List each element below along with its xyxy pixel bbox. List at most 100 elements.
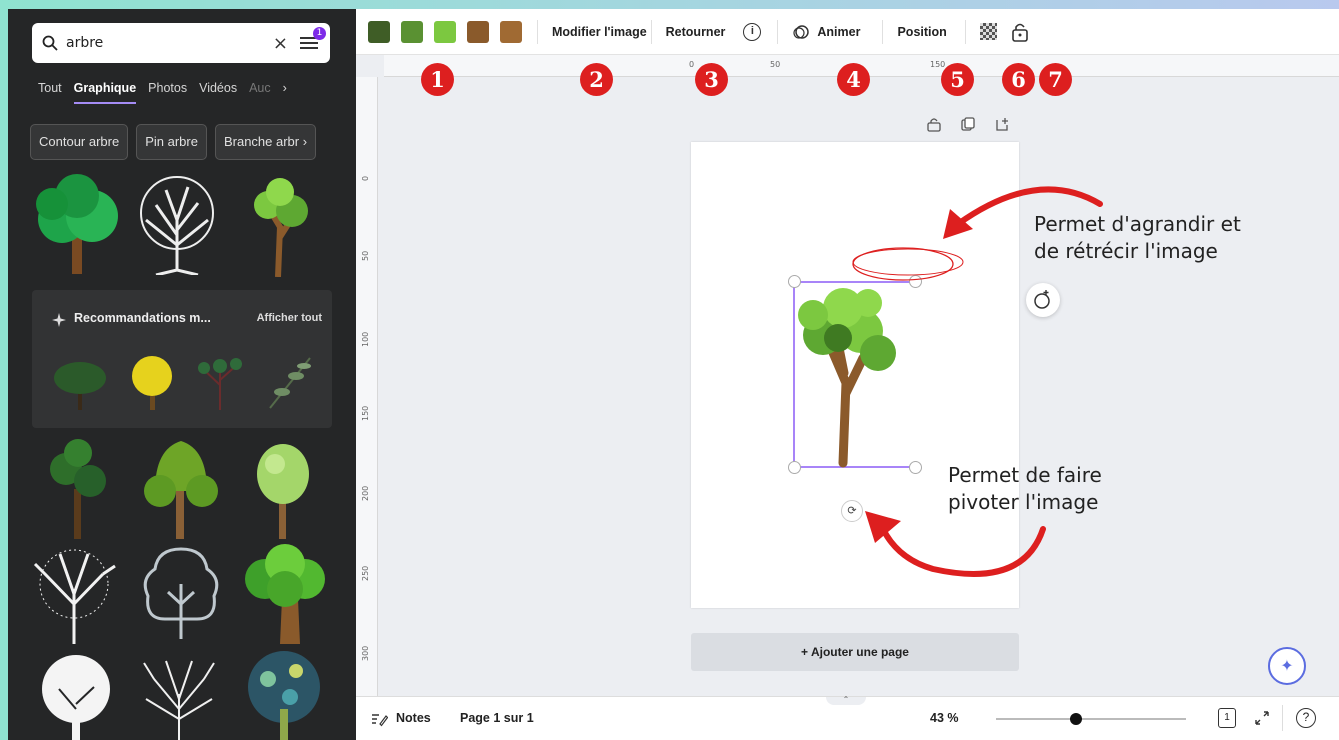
notes-icon[interactable]: [370, 711, 388, 727]
ruler-label: 100: [361, 331, 370, 347]
help-icon[interactable]: ?: [1296, 708, 1316, 728]
tabs-next-icon[interactable]: ›: [283, 81, 287, 104]
rec-tree-3[interactable]: [190, 350, 252, 412]
tree-graphic-9[interactable]: [34, 649, 118, 740]
zoom-level[interactable]: 43 %: [930, 711, 959, 725]
color-swatch-1[interactable]: [368, 20, 390, 43]
flip-button[interactable]: Retourner: [666, 25, 726, 39]
tree-graphic-4[interactable]: [38, 439, 118, 539]
chip-pin-arbre[interactable]: Pin arbre: [136, 124, 207, 160]
animate-button[interactable]: Animer: [817, 25, 860, 39]
annotation-line: Permet d'agrandir et: [1034, 212, 1241, 236]
add-page-button[interactable]: + Ajouter une page: [691, 633, 1019, 671]
see-all-link[interactable]: Afficher tout: [257, 312, 322, 324]
color-swatch-2[interactable]: [401, 20, 423, 43]
tree-graphic-7[interactable]: [30, 544, 118, 644]
tree-outline-graphic[interactable]: [140, 544, 222, 644]
tree-graphic-6[interactable]: [250, 439, 316, 539]
chip-contour-arbre[interactable]: Contour arbre: [30, 124, 129, 160]
tree-graphic-3[interactable]: [246, 177, 314, 277]
tree-graphic-1[interactable]: [32, 174, 124, 274]
search-icon: [42, 35, 58, 51]
editor-canvas: 0 50 150 0 50 100 150 200 250 300 ⟳ + Aj…: [356, 55, 1339, 696]
pages-grid-icon[interactable]: 1: [1218, 708, 1236, 728]
ruler-label: 50: [770, 60, 781, 69]
rec-tree-2[interactable]: [122, 350, 184, 412]
color-swatch-3[interactable]: [434, 20, 456, 43]
lock-icon[interactable]: [1011, 22, 1029, 42]
tab-tout[interactable]: Tout: [38, 81, 62, 104]
marker-3: 3: [695, 63, 728, 96]
suggestion-chips: Contour arbre Pin arbre Branche arbr ›: [30, 124, 317, 160]
color-swatch-5[interactable]: [500, 20, 522, 43]
chips-next-icon[interactable]: ›: [303, 134, 307, 149]
search-input[interactable]: arbre: [66, 35, 273, 51]
edit-image-button[interactable]: Modifier l'image: [552, 25, 647, 39]
chip-branche-arbre[interactable]: Branche arbr ›: [214, 124, 317, 160]
ruler-label: 150: [361, 405, 370, 421]
info-icon[interactable]: i: [743, 22, 762, 41]
category-tabs: Tout Graphique Photos Vidéos Auc ›: [38, 81, 287, 104]
ruler-vertical: 0 50 100 150 200 250 300: [356, 77, 378, 696]
elements-panel: arbre × 1 Tout Graphique Photos Vidéos A…: [8, 9, 356, 740]
filter-icon[interactable]: 1: [300, 27, 326, 51]
tab-videos[interactable]: Vidéos: [199, 81, 237, 104]
page-indicator[interactable]: Page 1 sur 1: [460, 711, 534, 725]
resize-handle-top-left[interactable]: [788, 275, 801, 288]
tree-graphic-8[interactable]: [240, 544, 330, 644]
magic-assistant-button[interactable]: ✦: [1268, 647, 1306, 685]
ruler-label: 150: [930, 60, 946, 69]
marker-6: 6: [1002, 63, 1035, 96]
page-actions: [927, 117, 1009, 132]
rec-tree-4[interactable]: [260, 348, 322, 414]
annotation-line: de rétrécir l'image: [1034, 239, 1218, 263]
page-lock-icon[interactable]: [927, 117, 941, 132]
tab-graphique[interactable]: Graphique: [73, 81, 137, 104]
app-window: arbre × 1 Tout Graphique Photos Vidéos A…: [8, 9, 1339, 740]
transparency-icon[interactable]: [979, 23, 997, 40]
ruler-label: 50: [361, 250, 370, 261]
marker-4: 4: [837, 63, 870, 96]
rec-tree-1[interactable]: [50, 350, 112, 412]
marker-5: 5: [941, 63, 974, 96]
clear-search-icon[interactable]: ×: [273, 33, 288, 54]
position-button[interactable]: Position: [897, 25, 946, 39]
annotation-rotate: Permet de faire pivoter l'image: [948, 462, 1102, 516]
expand-pages-handle[interactable]: ⌃: [826, 696, 866, 705]
tab-photos[interactable]: Photos: [148, 81, 187, 104]
marker-7: 7: [1039, 63, 1072, 96]
tab-audio[interactable]: Auc: [249, 81, 271, 104]
annotation-line: Permet de faire: [948, 463, 1102, 487]
marker-1: 1: [421, 63, 454, 96]
tree-graphic-11[interactable]: [238, 649, 330, 740]
selected-tree-image[interactable]: [783, 273, 913, 473]
tree-graphic-10[interactable]: [136, 649, 222, 740]
toolbar-divider: [882, 19, 884, 44]
tree-graphic-5[interactable]: [140, 439, 222, 539]
tree-graphic-2[interactable]: [136, 175, 218, 275]
sparkle-icon: [52, 313, 66, 327]
notes-button[interactable]: Notes: [396, 711, 431, 725]
fullscreen-icon[interactable]: [1254, 710, 1270, 726]
resize-handle-bottom-left[interactable]: [788, 461, 801, 474]
search-bar[interactable]: arbre × 1: [32, 23, 330, 63]
ruler-label: 0: [361, 175, 370, 181]
resize-handle-bottom-right[interactable]: [909, 461, 922, 474]
zoom-slider-knob[interactable]: [1070, 713, 1082, 725]
ruler-label: 300: [361, 645, 370, 661]
toolbar-divider: [777, 19, 779, 44]
annotation-line: pivoter l'image: [948, 490, 1099, 514]
ruler-label: 250: [361, 565, 370, 581]
chip-label: Branche arbr: [223, 134, 300, 149]
duplicate-page-icon[interactable]: [961, 117, 975, 132]
bottom-bar: Notes Page 1 sur 1 43 % 1 ? ⌃: [356, 696, 1339, 740]
toolbar-divider: [650, 19, 652, 44]
zoom-slider[interactable]: [996, 713, 1186, 725]
ruler-label: 0: [689, 60, 695, 69]
color-swatch-4[interactable]: [467, 20, 489, 43]
toolbar-divider: [537, 19, 538, 44]
add-page-icon[interactable]: [995, 117, 1009, 132]
marker-2: 2: [580, 63, 613, 96]
animate-icon[interactable]: [792, 24, 810, 40]
bottom-divider: [1282, 705, 1283, 731]
